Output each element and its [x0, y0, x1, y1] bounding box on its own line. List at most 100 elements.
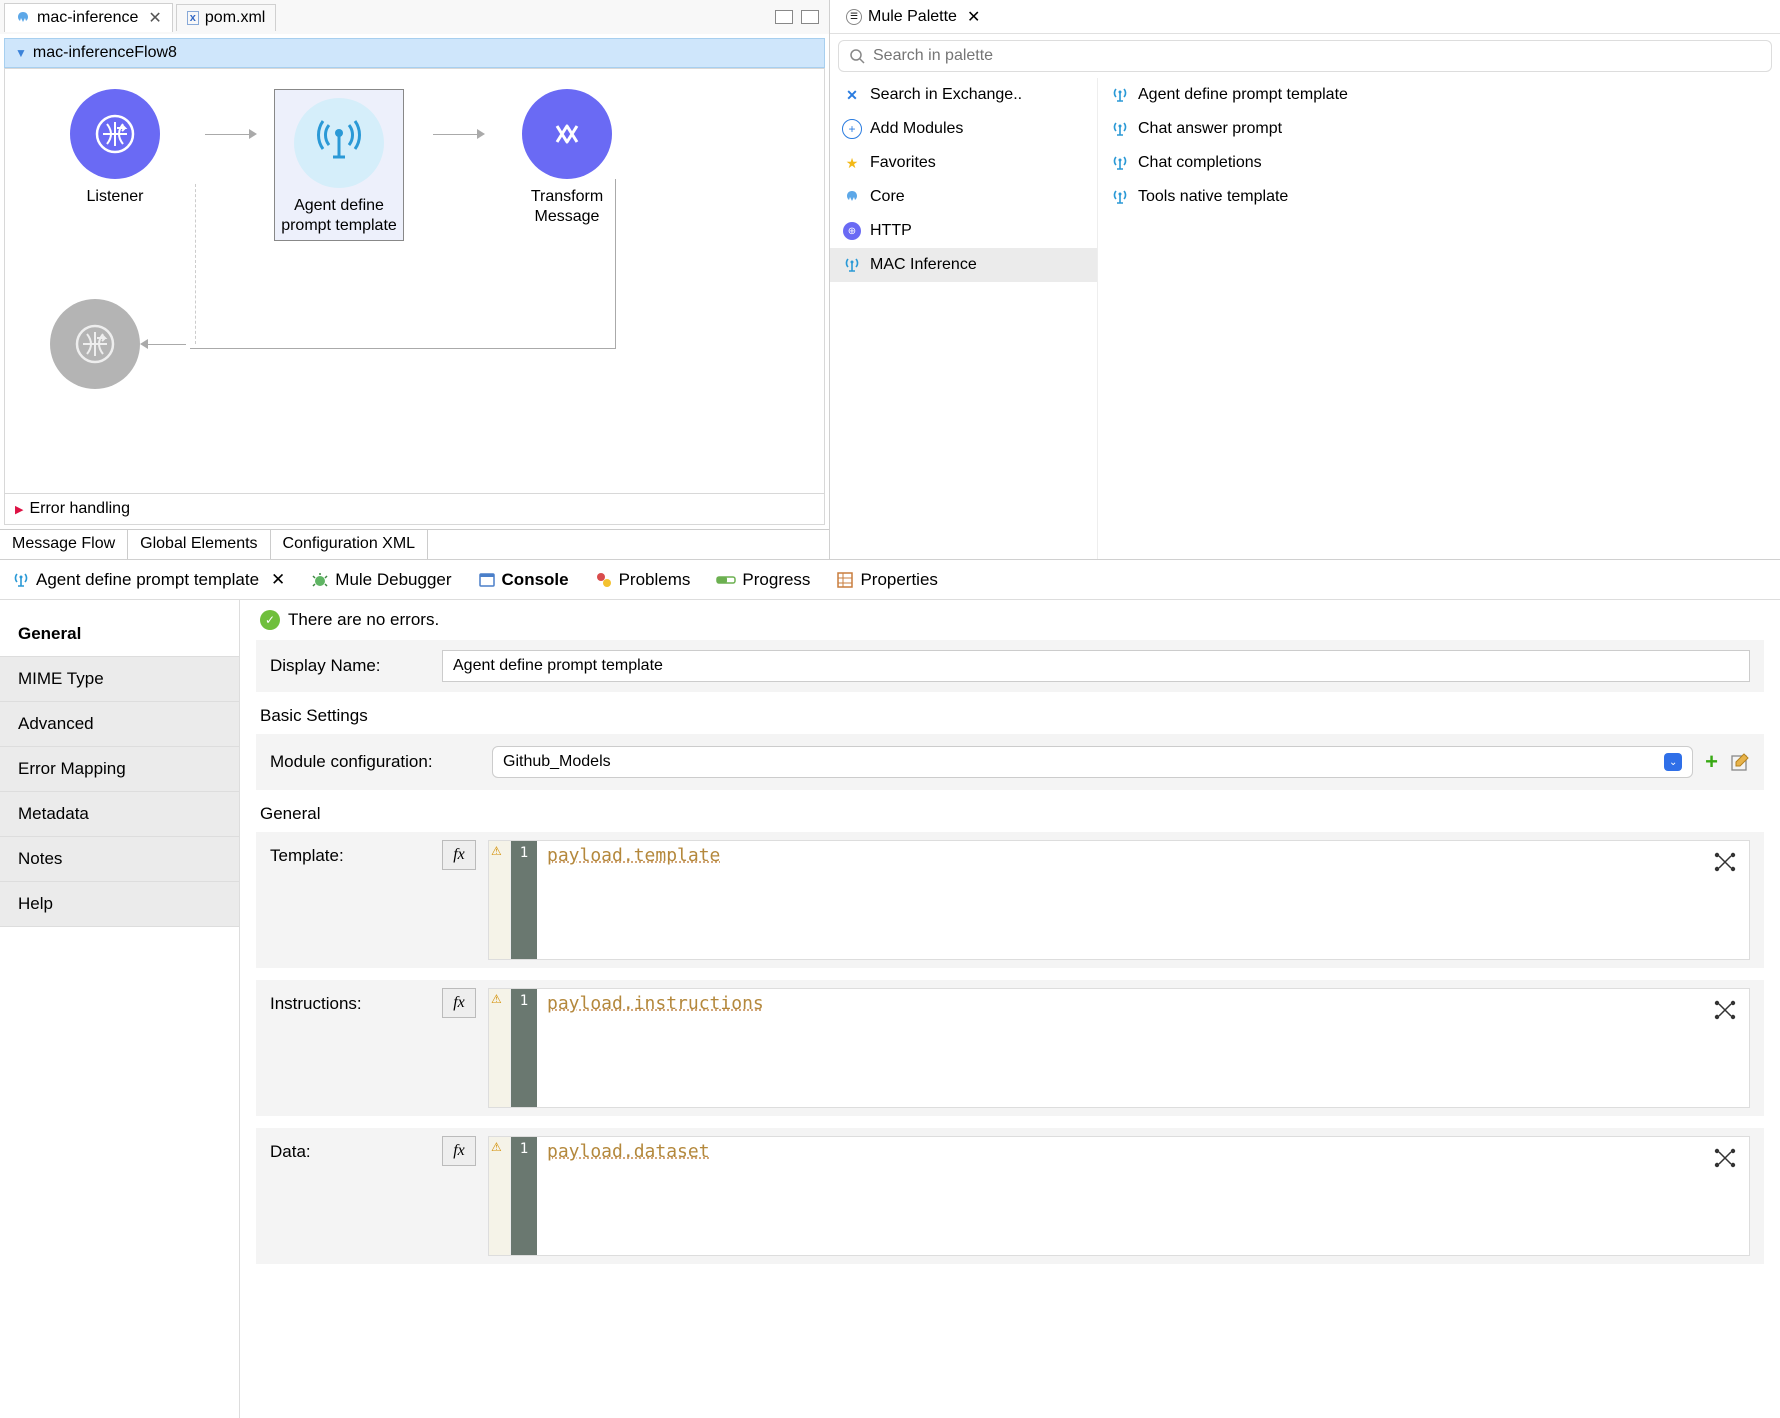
tab-agent-define[interactable]: Agent define prompt template ✕	[8, 566, 289, 594]
tab-properties[interactable]: Properties	[832, 566, 941, 594]
warning-gutter	[489, 989, 511, 1107]
fx-button[interactable]: fx	[442, 988, 476, 1018]
listener-node[interactable]: Listener	[25, 89, 205, 207]
tab-pom[interactable]: x pom.xml	[176, 4, 277, 31]
tab-mule-debugger[interactable]: Mule Debugger	[307, 566, 455, 594]
antenna-icon	[1110, 85, 1130, 105]
display-name-input[interactable]	[442, 650, 1750, 682]
side-advanced[interactable]: Advanced	[0, 702, 239, 747]
globe-icon	[50, 299, 140, 389]
arrow-icon	[433, 133, 483, 135]
line-number: 1	[511, 1137, 537, 1255]
palette-core[interactable]: Core	[830, 180, 1097, 214]
tab-message-flow[interactable]: Message Flow	[0, 530, 128, 559]
plus-icon: +	[842, 119, 862, 139]
bug-icon	[311, 571, 329, 589]
transform-node[interactable]: Transform Message	[477, 89, 657, 227]
maximize-button[interactable]	[801, 10, 819, 24]
palette-search[interactable]	[838, 40, 1772, 72]
close-icon[interactable]: ✕	[271, 570, 285, 590]
palette-search-exchange[interactable]: ✕ Search in Exchange..	[830, 78, 1097, 112]
palette-add-modules[interactable]: + Add Modules	[830, 112, 1097, 146]
data-label: Data:	[270, 1136, 430, 1256]
module-config-label: Module configuration:	[270, 752, 480, 772]
side-metadata[interactable]: Metadata	[0, 792, 239, 837]
listener-icon	[70, 89, 160, 179]
transform-label: Transform Message	[531, 187, 603, 227]
error-handling-label: Error handling	[29, 500, 130, 518]
module-config-select[interactable]: Github_Models ⌄	[492, 746, 1693, 778]
palette-comp-chat-completions[interactable]: Chat completions	[1098, 146, 1780, 180]
instructions-label: Instructions:	[270, 988, 430, 1108]
palette-comp-chat-answer[interactable]: Chat answer prompt	[1098, 112, 1780, 146]
side-help[interactable]: Help	[0, 882, 239, 927]
star-icon: ★	[842, 153, 862, 173]
palette-favorites[interactable]: ★ Favorites	[830, 146, 1097, 180]
editor-area: mac-inference ✕ x pom.xml mac-inferenceF…	[0, 0, 830, 559]
agent-node[interactable]: Agent define prompt template	[249, 89, 429, 241]
transform-icon	[522, 89, 612, 179]
data-row: Data: fx 1 payload.dataset	[256, 1128, 1764, 1264]
mule-icon	[842, 187, 862, 207]
template-row: Template: fx 1 payload.template	[256, 832, 1764, 968]
antenna-icon	[1110, 153, 1130, 173]
tab-problems[interactable]: Problems	[591, 566, 695, 594]
error-handling-section[interactable]: Error handling	[4, 494, 825, 525]
tab-configuration-xml[interactable]: Configuration XML	[271, 530, 429, 559]
general-title: General	[256, 790, 1764, 832]
add-config-button[interactable]: +	[1705, 749, 1718, 775]
close-icon[interactable]: ✕	[148, 8, 161, 28]
fx-button[interactable]: fx	[442, 1136, 476, 1166]
side-error-mapping[interactable]: Error Mapping	[0, 747, 239, 792]
side-notes[interactable]: Notes	[0, 837, 239, 882]
basic-settings-title: Basic Settings	[256, 692, 1764, 734]
close-icon[interactable]: ✕	[967, 7, 980, 27]
graph-icon[interactable]	[1713, 851, 1737, 873]
bottom-panel-tabs: Agent define prompt template ✕ Mule Debu…	[0, 560, 1780, 600]
instructions-row: Instructions: fx 1 payload.instructions	[256, 980, 1764, 1116]
listener-label: Listener	[87, 187, 144, 207]
template-label: Template:	[270, 840, 430, 960]
search-input[interactable]	[873, 47, 1761, 65]
warning-icon	[595, 571, 613, 589]
instructions-editor[interactable]: 1 payload.instructions	[488, 988, 1750, 1108]
graph-icon[interactable]	[1713, 1147, 1737, 1169]
ok-icon: ✓	[260, 610, 280, 630]
properties-icon	[836, 571, 854, 589]
side-mime[interactable]: MIME Type	[0, 657, 239, 702]
fx-button[interactable]: fx	[442, 840, 476, 870]
antenna-icon	[12, 571, 30, 589]
palette-comp-tools-native[interactable]: Tools native template	[1098, 180, 1780, 214]
side-general[interactable]: General	[0, 612, 239, 657]
flow-header[interactable]: mac-inferenceFlow8	[4, 38, 825, 68]
palette-tab[interactable]: ☰ Mule Palette ✕	[838, 3, 988, 31]
flow-canvas[interactable]: Listener Agent define prompt template	[4, 68, 825, 494]
response-node[interactable]	[50, 299, 186, 389]
palette-title: Mule Palette	[868, 8, 957, 26]
warning-gutter	[489, 1137, 511, 1255]
status-bar: ✓ There are no errors.	[256, 600, 1764, 640]
template-editor[interactable]: 1 payload.template	[488, 840, 1750, 960]
code-text[interactable]: payload.template	[537, 841, 1749, 959]
code-text[interactable]: payload.dataset	[537, 1137, 1749, 1255]
palette-components: Agent define prompt template Chat answer…	[1098, 78, 1780, 559]
status-message: There are no errors.	[288, 610, 439, 630]
graph-icon[interactable]	[1713, 999, 1737, 1021]
data-editor[interactable]: 1 payload.dataset	[488, 1136, 1750, 1256]
tab-global-elements[interactable]: Global Elements	[128, 530, 270, 559]
palette-comp-agent-define[interactable]: Agent define prompt template	[1098, 78, 1780, 112]
antenna-icon	[294, 98, 384, 188]
tab-progress[interactable]: Progress	[712, 566, 814, 594]
edit-config-button[interactable]	[1730, 752, 1750, 772]
minimize-button[interactable]	[775, 10, 793, 24]
warning-gutter	[489, 841, 511, 959]
module-config-value: Github_Models	[503, 753, 611, 771]
palette-http[interactable]: ⊕ HTTP	[830, 214, 1097, 248]
xml-icon: x	[187, 11, 199, 25]
exchange-icon: ✕	[842, 85, 862, 105]
tab-console[interactable]: Console	[474, 566, 573, 594]
tab-mac-inference[interactable]: mac-inference ✕	[4, 3, 173, 32]
palette-mac-inference[interactable]: MAC Inference	[830, 248, 1097, 282]
properties-content: ✓ There are no errors. Display Name: Bas…	[240, 600, 1780, 1418]
code-text[interactable]: payload.instructions	[537, 989, 1749, 1107]
